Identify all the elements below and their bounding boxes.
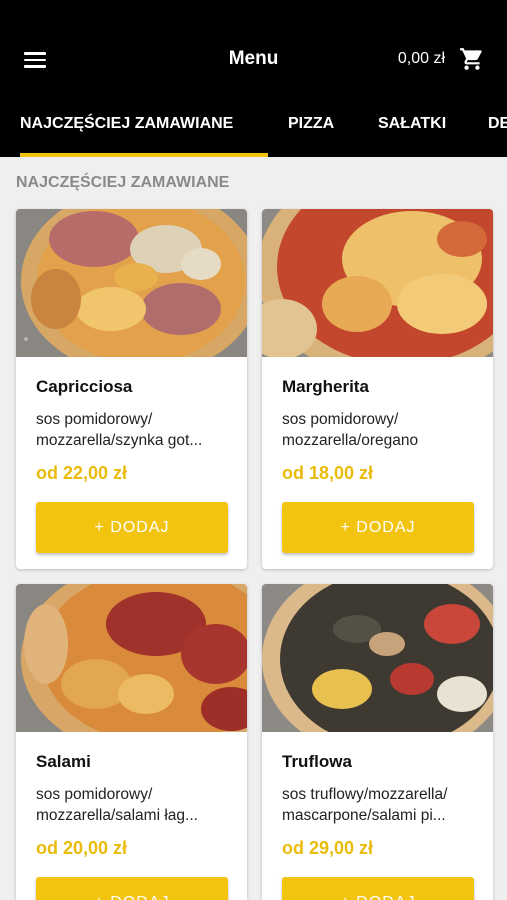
product-name: Capricciosa	[36, 377, 133, 396]
product-description: sos truflowy/mozzarella/ mascarpone/sala…	[282, 786, 448, 824]
product-description: sos pomidorowy/ mozzarella/oregano	[282, 411, 419, 449]
product-name: Margherita	[282, 377, 369, 396]
product-name: Salami	[36, 752, 91, 771]
product-card[interactable]: Margherita sos pomidorowy/ mozzarella/or…	[262, 209, 493, 569]
truflowa-pizza-photo	[262, 584, 493, 732]
product-price: od 20,00 zł	[36, 838, 128, 858]
margherita-pizza-photo	[262, 209, 493, 357]
product-price: od 29,00 zł	[282, 838, 374, 858]
product-description: sos pomidorowy/ mozzarella/salami łag...	[36, 786, 198, 824]
product-card[interactable]: Truflowa sos truflowy/mozzarella/ mascar…	[262, 584, 493, 900]
add-to-cart-button[interactable]: + DODAJ	[282, 877, 474, 900]
add-to-cart-button[interactable]: + DODAJ	[282, 502, 474, 553]
product-name: Truflowa	[282, 752, 352, 771]
product-card[interactable]: Capricciosa sos pomidorowy/ mozzarella/s…	[16, 209, 247, 569]
product-card[interactable]: Salami sos pomidorowy/ mozzarella/salami…	[16, 584, 247, 900]
product-price: od 22,00 zł	[36, 463, 128, 483]
add-to-cart-button[interactable]: + DODAJ	[36, 877, 228, 900]
product-grid: Capricciosa sos pomidorowy/ mozzarella/s…	[0, 0, 507, 900]
salami-pizza-photo	[16, 584, 247, 732]
product-description: sos pomidorowy/ mozzarella/szynka got...	[36, 411, 203, 449]
capricciosa-pizza-photo	[16, 209, 247, 357]
product-price: od 18,00 zł	[282, 463, 374, 483]
add-to-cart-button[interactable]: + DODAJ	[36, 502, 228, 553]
